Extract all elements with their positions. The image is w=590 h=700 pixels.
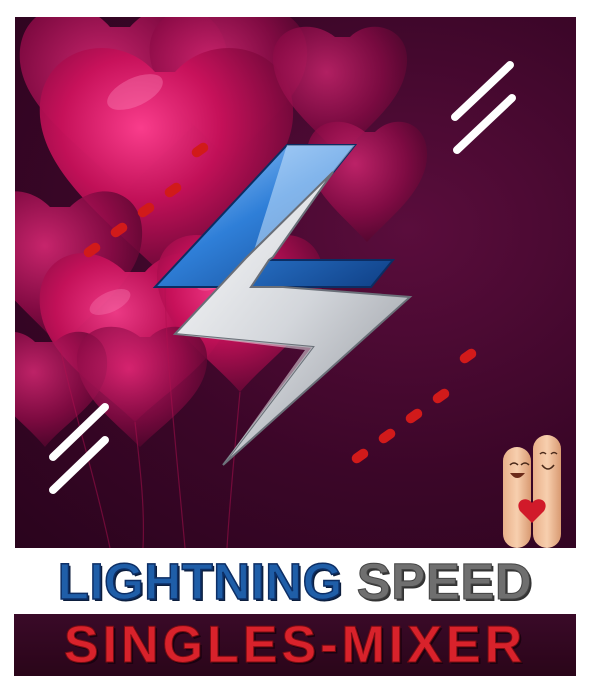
- poster-illustration: [15, 17, 561, 548]
- red-dots-bottom: [351, 348, 477, 464]
- subtitle-banner: SINGLES-MIXER: [14, 614, 576, 676]
- subtitle-text: SINGLES-MIXER: [63, 616, 527, 674]
- finger-couple-icon: [503, 435, 561, 548]
- stripes-top-right: [451, 61, 516, 154]
- title-line-1: LIGHTNING SPEED: [14, 552, 576, 610]
- title-word-speed: SPEED: [356, 552, 533, 610]
- poster-artwork: [15, 17, 576, 548]
- title-word-lightning: LIGHTNING: [57, 552, 343, 610]
